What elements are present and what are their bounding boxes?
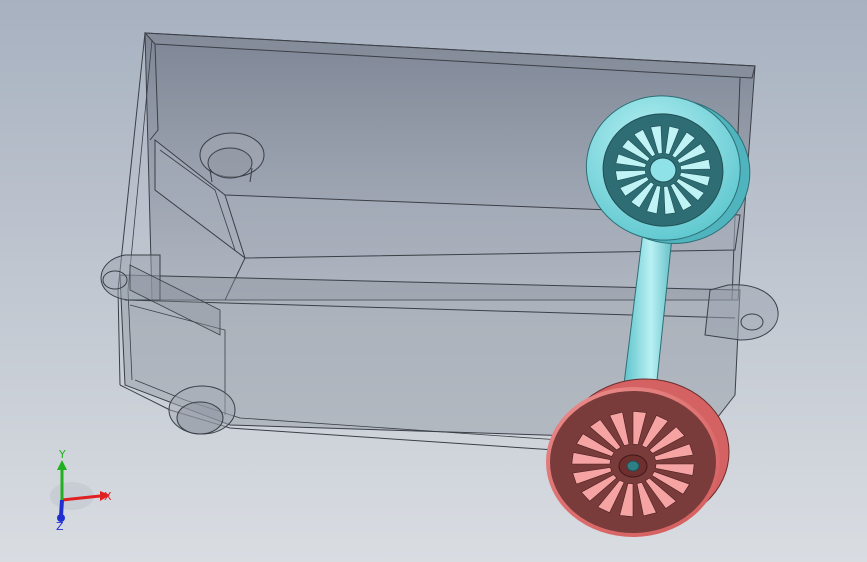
y-axis-label: Y <box>58 448 66 461</box>
graphics-viewport[interactable]: X Y Z <box>0 0 867 562</box>
view-orientation-triad[interactable]: X Y Z <box>50 448 112 533</box>
bottom-boss <box>168 385 236 435</box>
x-axis-label: X <box>104 490 112 503</box>
cad-model-view[interactable]: X Y Z <box>0 0 867 562</box>
z-axis-label: Z <box>56 520 64 533</box>
